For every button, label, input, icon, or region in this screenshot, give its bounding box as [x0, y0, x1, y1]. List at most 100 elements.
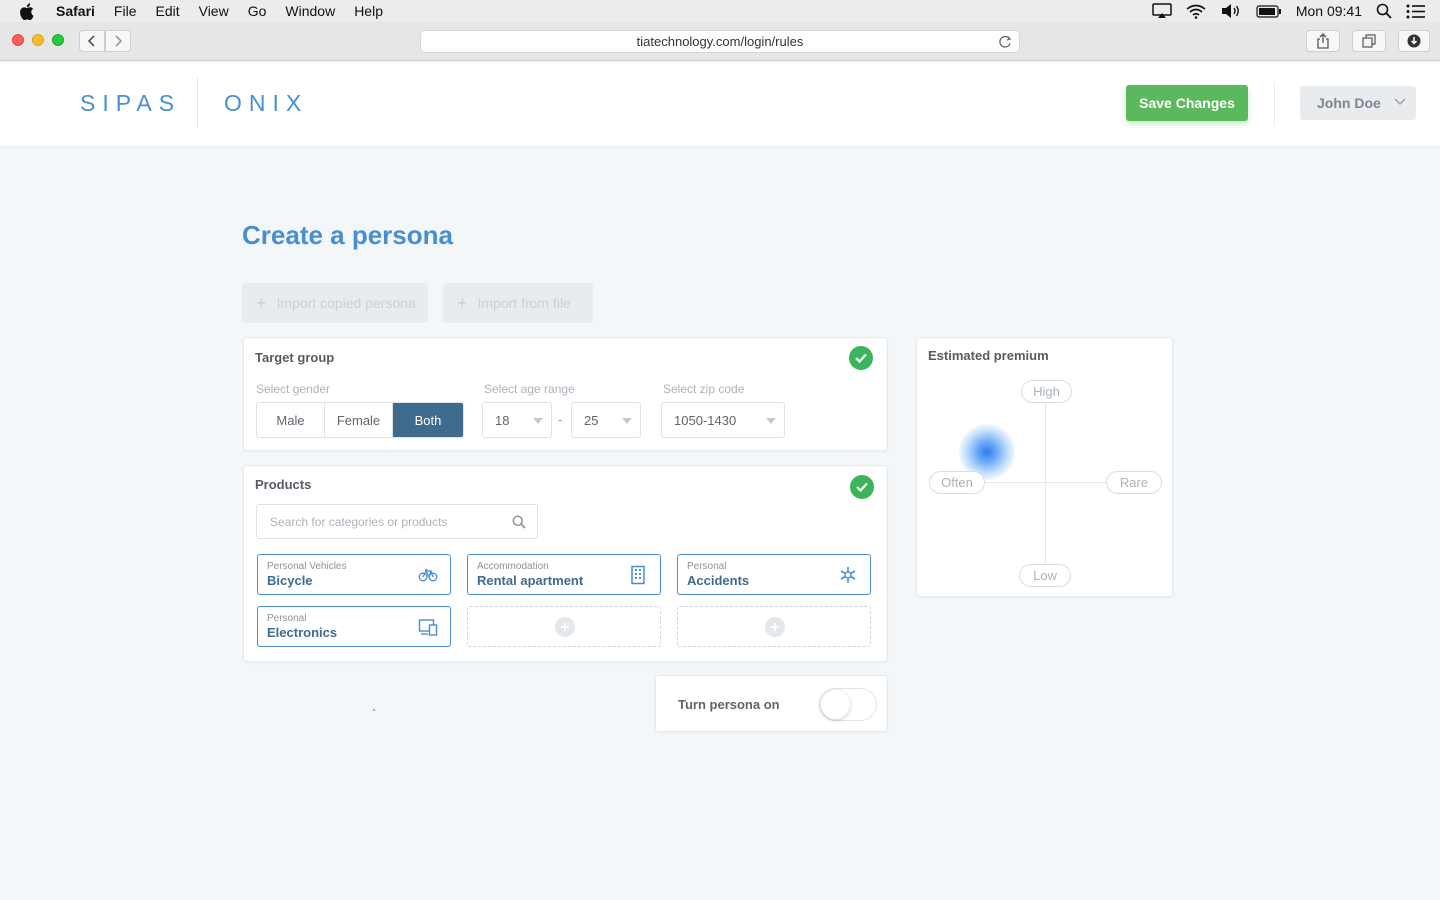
forward-button[interactable]: [105, 30, 131, 52]
product-search-input[interactable]: Search for categories or products: [256, 504, 538, 539]
close-window-button[interactable]: [12, 34, 24, 46]
import-copied-persona-button[interactable]: + Import copied persona: [242, 283, 428, 323]
asterisk-icon: [840, 567, 856, 583]
volume-icon[interactable]: [1220, 3, 1242, 19]
product-name: Electronics: [267, 625, 338, 640]
header-divider: [1274, 82, 1275, 126]
toggle-knob: [821, 690, 850, 719]
add-product-slot[interactable]: [677, 606, 871, 647]
import-copied-label: Import copied persona: [276, 295, 416, 311]
plus-icon: +: [457, 293, 468, 313]
product-tile-electronics[interactable]: Personal Electronics: [257, 606, 451, 647]
download-icon: [1407, 34, 1421, 48]
downloads-button[interactable]: [1398, 30, 1430, 52]
product-tile-accidents[interactable]: Personal Accidents: [677, 554, 871, 595]
address-bar[interactable]: tiatechnology.com/login/rules: [420, 30, 1020, 53]
menu-go[interactable]: Go: [248, 3, 267, 19]
macos-menubar: Safari File Edit View Go Window Help Mon…: [0, 0, 1440, 22]
menu-view[interactable]: View: [199, 3, 229, 19]
zip-code-value: 1050-1430: [674, 412, 737, 428]
tabs-icon: [1362, 34, 1376, 48]
age-min-select[interactable]: 18: [482, 402, 552, 438]
battery-icon[interactable]: [1256, 4, 1282, 18]
caret-down-icon: [622, 418, 632, 424]
zip-code-label: Select zip code: [663, 382, 745, 396]
gender-option-both[interactable]: Both: [393, 403, 463, 437]
menu-file[interactable]: File: [114, 3, 137, 19]
gender-segmented-control: Male Female Both: [256, 402, 464, 438]
add-product-slot[interactable]: [467, 606, 661, 647]
premium-label-high: High: [1021, 380, 1072, 403]
chevron-left-icon: [87, 35, 95, 47]
product-category: Personal: [687, 561, 727, 572]
save-changes-button[interactable]: Save Changes: [1126, 85, 1248, 121]
logo-sipas[interactable]: SIPAS: [80, 90, 181, 117]
menu-help[interactable]: Help: [354, 3, 383, 19]
product-name: Bicycle: [267, 573, 313, 588]
apple-icon[interactable]: [19, 2, 37, 20]
premium-title: Estimated premium: [928, 348, 1049, 363]
notification-center-icon[interactable]: [1406, 4, 1426, 19]
age-max-select[interactable]: 25: [571, 402, 641, 438]
target-group-card: Target group Select gender Male Female B…: [243, 337, 888, 451]
share-icon: [1317, 33, 1329, 49]
product-name: Rental apartment: [477, 573, 584, 588]
import-file-label: Import from file: [477, 295, 571, 311]
persona-toggle-switch[interactable]: [819, 688, 877, 721]
check-icon: [850, 475, 874, 499]
import-from-file-button[interactable]: + Import from file: [443, 283, 593, 323]
gender-option-female[interactable]: Female: [325, 403, 393, 437]
spotlight-icon[interactable]: [1376, 3, 1392, 19]
gender-label: Select gender: [256, 382, 331, 396]
logo-divider: [197, 78, 198, 128]
logo-onix[interactable]: ONIX: [224, 90, 308, 117]
search-placeholder: Search for categories or products: [270, 514, 448, 529]
check-icon: [849, 346, 873, 370]
zip-code-select[interactable]: 1050-1430: [661, 402, 785, 438]
age-max-value: 25: [584, 412, 599, 428]
devices-icon: [418, 619, 438, 636]
stray-dot: [373, 709, 375, 711]
product-category: Accommodation: [477, 561, 549, 572]
age-range-label: Select age range: [484, 382, 575, 396]
search-icon: [512, 515, 526, 529]
browser-toolbar: tiatechnology.com/login/rules: [0, 22, 1440, 61]
bicycle-icon: [418, 569, 438, 582]
zoom-window-button[interactable]: [52, 34, 64, 46]
add-circle-icon: [555, 617, 575, 637]
share-button[interactable]: [1306, 30, 1340, 52]
premium-label-low: Low: [1019, 564, 1071, 587]
airplay-icon[interactable]: [1152, 3, 1172, 19]
building-icon: [631, 565, 645, 585]
menu-edit[interactable]: Edit: [155, 3, 179, 19]
target-group-title: Target group: [255, 350, 335, 365]
clock-text[interactable]: Mon 09:41: [1296, 3, 1362, 19]
toggle-label: Turn persona on: [678, 697, 780, 712]
persona-toggle-card: Turn persona on: [655, 675, 888, 732]
menu-window[interactable]: Window: [285, 3, 335, 19]
minimize-window-button[interactable]: [32, 34, 44, 46]
reload-icon[interactable]: [997, 34, 1013, 50]
product-tile-rental-apartment[interactable]: Accommodation Rental apartment: [467, 554, 661, 595]
chevron-down-icon: [1394, 98, 1406, 106]
app-header: SIPAS ONIX Save Changes John Doe: [0, 62, 1440, 146]
chevron-right-icon: [115, 35, 123, 47]
user-menu-button[interactable]: John Doe: [1300, 86, 1416, 120]
premium-label-rare: Rare: [1106, 471, 1162, 494]
show-tabs-button[interactable]: [1352, 30, 1386, 52]
page-title: Create a persona: [242, 220, 453, 250]
premium-horizontal-axis: [969, 482, 1109, 483]
age-min-value: 18: [495, 412, 510, 428]
caret-down-icon: [766, 418, 776, 424]
product-category: Personal: [267, 613, 307, 624]
plus-icon: +: [256, 293, 267, 313]
wifi-icon[interactable]: [1186, 4, 1206, 19]
products-title: Products: [255, 477, 312, 492]
age-range-separator: -: [558, 412, 563, 427]
product-tile-bicycle[interactable]: Personal Vehicles Bicycle: [257, 554, 451, 595]
menu-app-name[interactable]: Safari: [56, 3, 95, 19]
product-name: Accidents: [687, 573, 750, 588]
gender-option-male[interactable]: Male: [257, 403, 325, 437]
estimated-premium-card: Estimated premium High Low Often Rare: [916, 337, 1173, 597]
back-button[interactable]: [79, 30, 105, 52]
